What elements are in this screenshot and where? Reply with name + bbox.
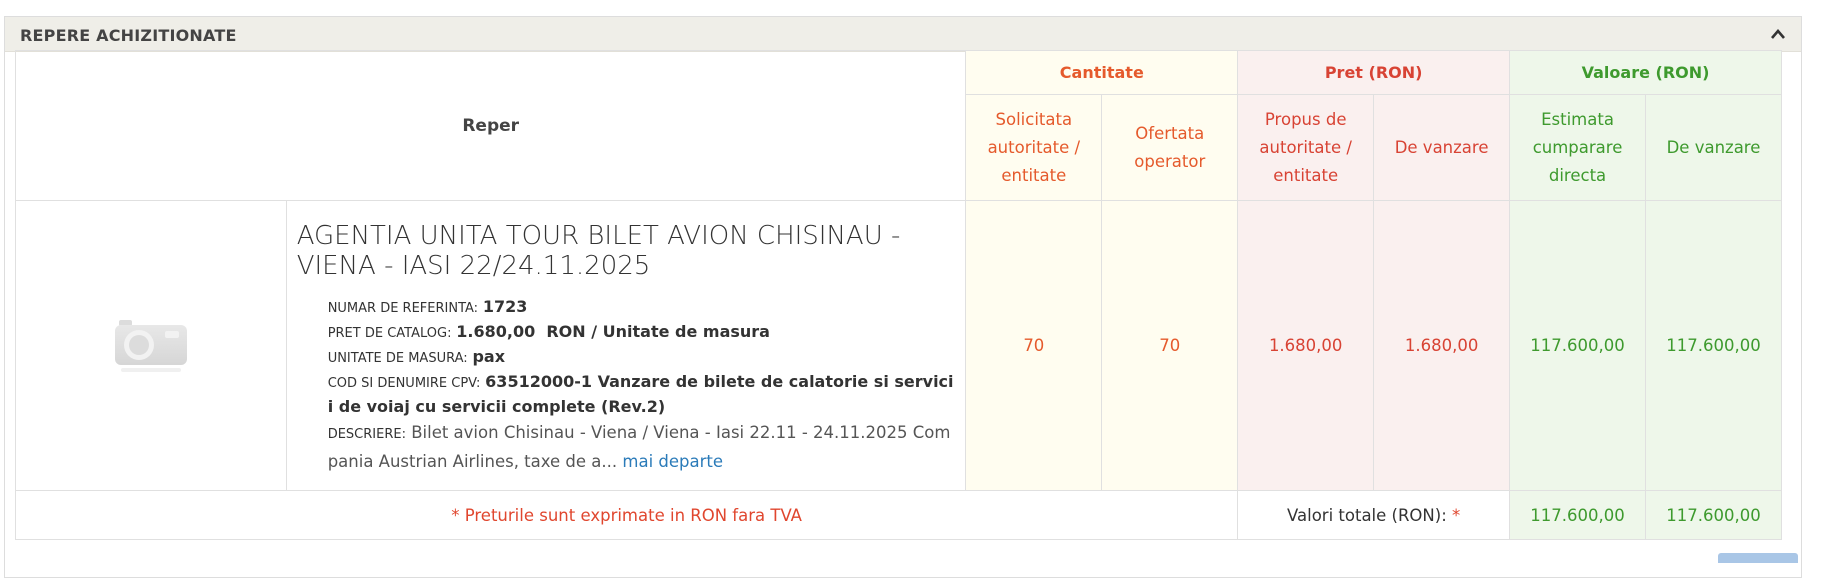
qty-offered: 70 — [1101, 200, 1239, 491]
header-cantitate: Cantitate — [965, 50, 1239, 95]
price-proposed: 1.680,00 — [1237, 200, 1375, 491]
panel-header[interactable]: REPERE ACHIZITIONATE — [5, 17, 1801, 52]
read-more-link[interactable]: mai departe — [622, 452, 723, 471]
value-sale: 117.600,00 — [1644, 200, 1783, 491]
scroll-top-button[interactable] — [1718, 553, 1798, 563]
ref-label: NUMAR DE REFERINTA: — [327, 300, 479, 316]
header-ofertata: Ofertata operator — [1101, 94, 1239, 201]
header-valoare-vanzare: De vanzare — [1644, 94, 1783, 201]
table-row: AGENTIA UNITA TOUR BILET AVION CHISINAU … — [15, 200, 1783, 491]
item-info: NUMAR DE REFERINTA: 1723 PRET DE CATALOG… — [328, 295, 956, 475]
totals-label: Valori totale (RON): * — [1237, 490, 1511, 540]
header-estimata: Estimata cumparare directa — [1509, 94, 1646, 201]
header-pret: Pret (RON) — [1237, 50, 1511, 95]
totals-star: * — [1452, 505, 1461, 525]
item-title: AGENTIA UNITA TOUR BILET AVION CHISINAU … — [296, 220, 901, 281]
header-solicitata: Solicitata autoritate / entitate — [965, 94, 1103, 201]
price-sale: 1.680,00 — [1373, 200, 1511, 491]
header-valoare: Valoare (RON) — [1509, 50, 1782, 95]
totals-row: * Preturile sunt exprimate in RON fara T… — [14, 490, 1783, 540]
header-propus: Propus de autoritate / entitate — [1237, 94, 1375, 201]
value-estimated: 117.600,00 — [1509, 200, 1646, 491]
totals-label-text: Valori totale (RON): — [1287, 505, 1447, 525]
unit-label: UNITATE DE MASURA: — [327, 350, 468, 366]
chevron-up-icon[interactable] — [1769, 25, 1787, 43]
description-label: DESCRIERE: — [327, 426, 406, 442]
qty-requested: 70 — [965, 200, 1103, 491]
item-details: AGENTIA UNITA TOUR BILET AVION CHISINAU … — [285, 200, 967, 491]
catalog-price-value: 1.680,00 RON / Unitate de masura — [456, 321, 770, 341]
items-table: Reper Cantitate Pret (RON) Valoare (RON)… — [14, 50, 1783, 540]
camera-placeholder-icon — [113, 319, 189, 384]
panel-title: REPERE ACHIZITIONATE — [20, 26, 237, 45]
ref-value: 1723 — [482, 296, 528, 316]
cpv-label: COD SI DENUMIRE CPV: — [327, 375, 481, 391]
unit-value: pax — [472, 346, 506, 366]
header-pret-vanzare: De vanzare — [1373, 94, 1511, 201]
catalog-price-label: PRET DE CATALOG: — [327, 325, 452, 341]
total-estimated: 117.600,00 — [1509, 490, 1646, 540]
total-sale: 117.600,00 — [1644, 490, 1783, 540]
item-image — [15, 200, 287, 491]
header-reper: Reper — [14, 50, 967, 201]
tax-note: * Preturile sunt exprimate in RON fara T… — [14, 490, 1239, 540]
